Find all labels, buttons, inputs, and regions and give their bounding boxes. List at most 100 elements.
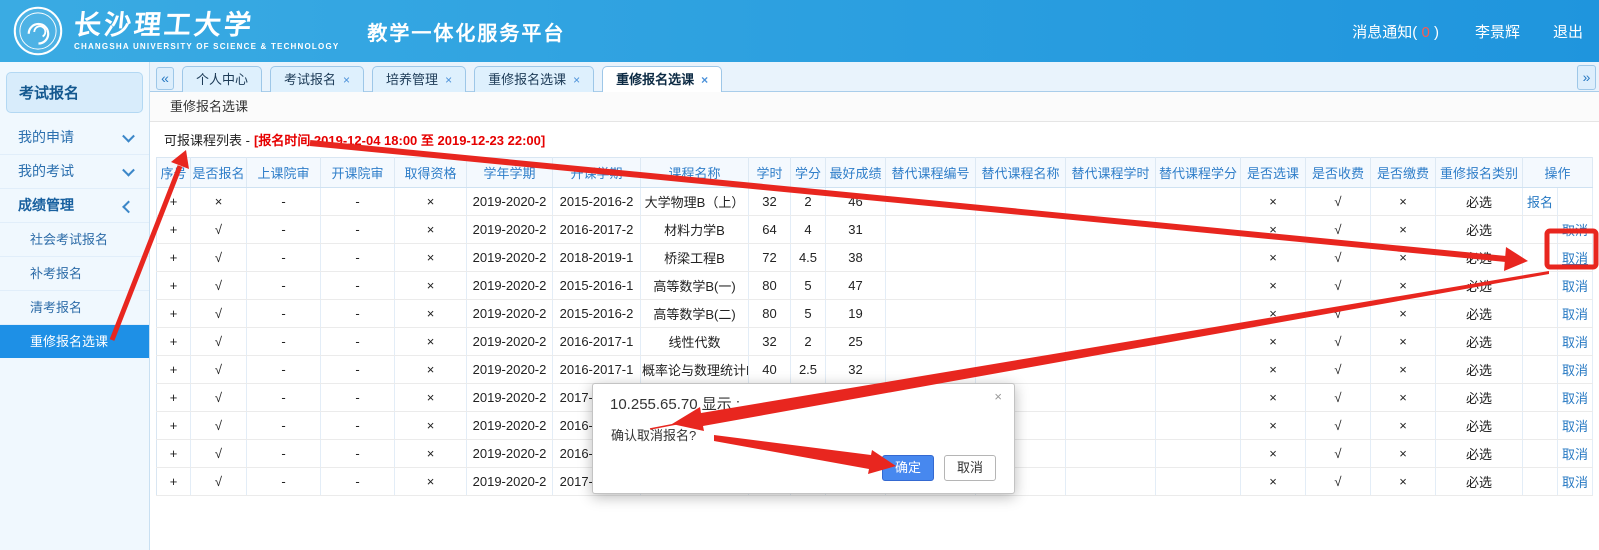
cell: × — [395, 216, 467, 244]
cell — [1523, 412, 1558, 440]
table-row: +√--×2019-2020-22015-2016-2高等数学B(二)80519… — [157, 300, 1593, 328]
sidebar-item-label: 清考报名 — [30, 300, 82, 315]
cell: - — [321, 468, 395, 496]
sidebar-item-清考报名[interactable]: 清考报名 — [0, 291, 149, 325]
cell: 2016-2017-1 — [553, 328, 641, 356]
expand-tabs-button[interactable]: » — [1577, 65, 1596, 90]
table-row: +×--×2019-2020-22015-2016-2大学物理B（上）32246… — [157, 188, 1593, 216]
cell: × — [1241, 468, 1306, 496]
cell: 2018-2019-1 — [553, 244, 641, 272]
tab-考试报名[interactable]: 考试报名× — [270, 66, 364, 92]
cell: 高等数学B(二) — [641, 300, 749, 328]
cancel-link[interactable]: 取消 — [1562, 251, 1588, 266]
notifications-link[interactable]: 消息通知( 0 ) — [1352, 21, 1439, 42]
cell: × — [1371, 468, 1436, 496]
cell — [1066, 328, 1156, 356]
cell — [1066, 244, 1156, 272]
column-header-操作: 操作 — [1523, 158, 1593, 188]
sidebar-items: 我的申请我的考试成绩管理社会考试报名补考报名清考报名重修报名选课 — [0, 121, 149, 358]
cancel-link[interactable]: 取消 — [1562, 391, 1588, 406]
cell: + — [157, 244, 191, 272]
signup-link[interactable]: 报名 — [1527, 195, 1553, 210]
operation-cell: 取消 — [1558, 216, 1593, 244]
tab-个人中心[interactable]: 个人中心 — [182, 66, 262, 92]
column-header-是否缴费: 是否缴费 — [1371, 158, 1436, 188]
cell — [886, 328, 976, 356]
sidebar-item-我的考试[interactable]: 我的考试 — [0, 155, 149, 189]
tab-close-icon[interactable]: × — [343, 73, 350, 87]
cell: - — [247, 216, 321, 244]
tab-close-icon[interactable]: × — [445, 73, 452, 87]
breadcrumb: 重修报名选课 — [150, 92, 1599, 122]
cancel-link[interactable]: 取消 — [1562, 419, 1588, 434]
cell: - — [247, 412, 321, 440]
cell: √ — [191, 356, 247, 384]
cell: 必选 — [1436, 216, 1523, 244]
tab-close-icon[interactable]: × — [573, 73, 580, 87]
collapse-tabs-button[interactable]: « — [156, 67, 174, 90]
cell — [1156, 412, 1241, 440]
cell: 必选 — [1436, 440, 1523, 468]
cancel-link[interactable]: 取消 — [1562, 223, 1588, 238]
cell — [886, 188, 976, 216]
cancel-link[interactable]: 取消 — [1562, 307, 1588, 322]
cell: 2019-2020-2 — [467, 272, 553, 300]
cell — [1066, 188, 1156, 216]
dialog-cancel-button[interactable]: 取消 — [944, 455, 996, 481]
sidebar-item-成绩管理[interactable]: 成绩管理 — [0, 189, 149, 223]
sidebar-item-社会考试报名[interactable]: 社会考试报名 — [0, 223, 149, 257]
tab-重修报名选课[interactable]: 重修报名选课× — [474, 66, 594, 92]
cell: × — [1371, 272, 1436, 300]
logout-button[interactable]: 退出 — [1553, 21, 1583, 42]
dialog-ok-button[interactable]: 确定 — [882, 455, 934, 481]
dialog-close-icon[interactable]: × — [994, 389, 1002, 404]
dialog-buttons: 确定 取消 — [882, 455, 996, 481]
cancel-link[interactable]: 取消 — [1562, 475, 1588, 490]
cell: √ — [191, 216, 247, 244]
university-logo-icon — [12, 5, 64, 57]
cell: × — [395, 300, 467, 328]
sidebar-item-补考报名[interactable]: 补考报名 — [0, 257, 149, 291]
cell: 25 — [826, 328, 886, 356]
cancel-link[interactable]: 取消 — [1562, 279, 1588, 294]
sidebar-item-label: 补考报名 — [30, 266, 82, 281]
cell — [976, 300, 1066, 328]
cell: 47 — [826, 272, 886, 300]
cell — [1066, 468, 1156, 496]
column-header-是否选课: 是否选课 — [1241, 158, 1306, 188]
cell: × — [395, 272, 467, 300]
sidebar-item-label: 社会考试报名 — [30, 232, 108, 247]
notice-count: 0 — [1421, 24, 1429, 41]
tab-重修报名选课[interactable]: 重修报名选课× — [602, 66, 722, 93]
cell: × — [1241, 188, 1306, 216]
username-link[interactable]: 李景辉 — [1475, 21, 1520, 42]
cell: - — [321, 412, 395, 440]
cell: 线性代数 — [641, 328, 749, 356]
university-name-cn: 长沙理工大学 — [73, 12, 256, 39]
sidebar-item-重修报名选课[interactable]: 重修报名选课 — [0, 325, 149, 358]
tab-培养管理[interactable]: 培养管理× — [372, 66, 466, 92]
tab-close-icon[interactable]: × — [701, 73, 708, 87]
cell: 2019-2020-2 — [467, 356, 553, 384]
cell — [1156, 216, 1241, 244]
sidebar-item-我的申请[interactable]: 我的申请 — [0, 121, 149, 155]
cell: - — [321, 328, 395, 356]
cell: √ — [1306, 440, 1371, 468]
column-header-课程名称: 课程名称 — [641, 158, 749, 188]
cancel-link[interactable]: 取消 — [1562, 363, 1588, 378]
cell: - — [247, 188, 321, 216]
column-header-替代课程学分: 替代课程学分 — [1156, 158, 1241, 188]
university-name-block: 长沙理工大学 CHANGSHA UNIVERSITY OF SCIENCE & … — [74, 12, 339, 51]
cell: - — [321, 300, 395, 328]
cancel-link[interactable]: 取消 — [1562, 335, 1588, 350]
cell: × — [1241, 216, 1306, 244]
cell: × — [395, 356, 467, 384]
cell — [1523, 356, 1558, 384]
cell — [1156, 244, 1241, 272]
cell — [1523, 244, 1558, 272]
cell: 4 — [791, 216, 826, 244]
cell: 必选 — [1436, 356, 1523, 384]
cell: 必选 — [1436, 328, 1523, 356]
cell — [1066, 300, 1156, 328]
cancel-link[interactable]: 取消 — [1562, 447, 1588, 462]
